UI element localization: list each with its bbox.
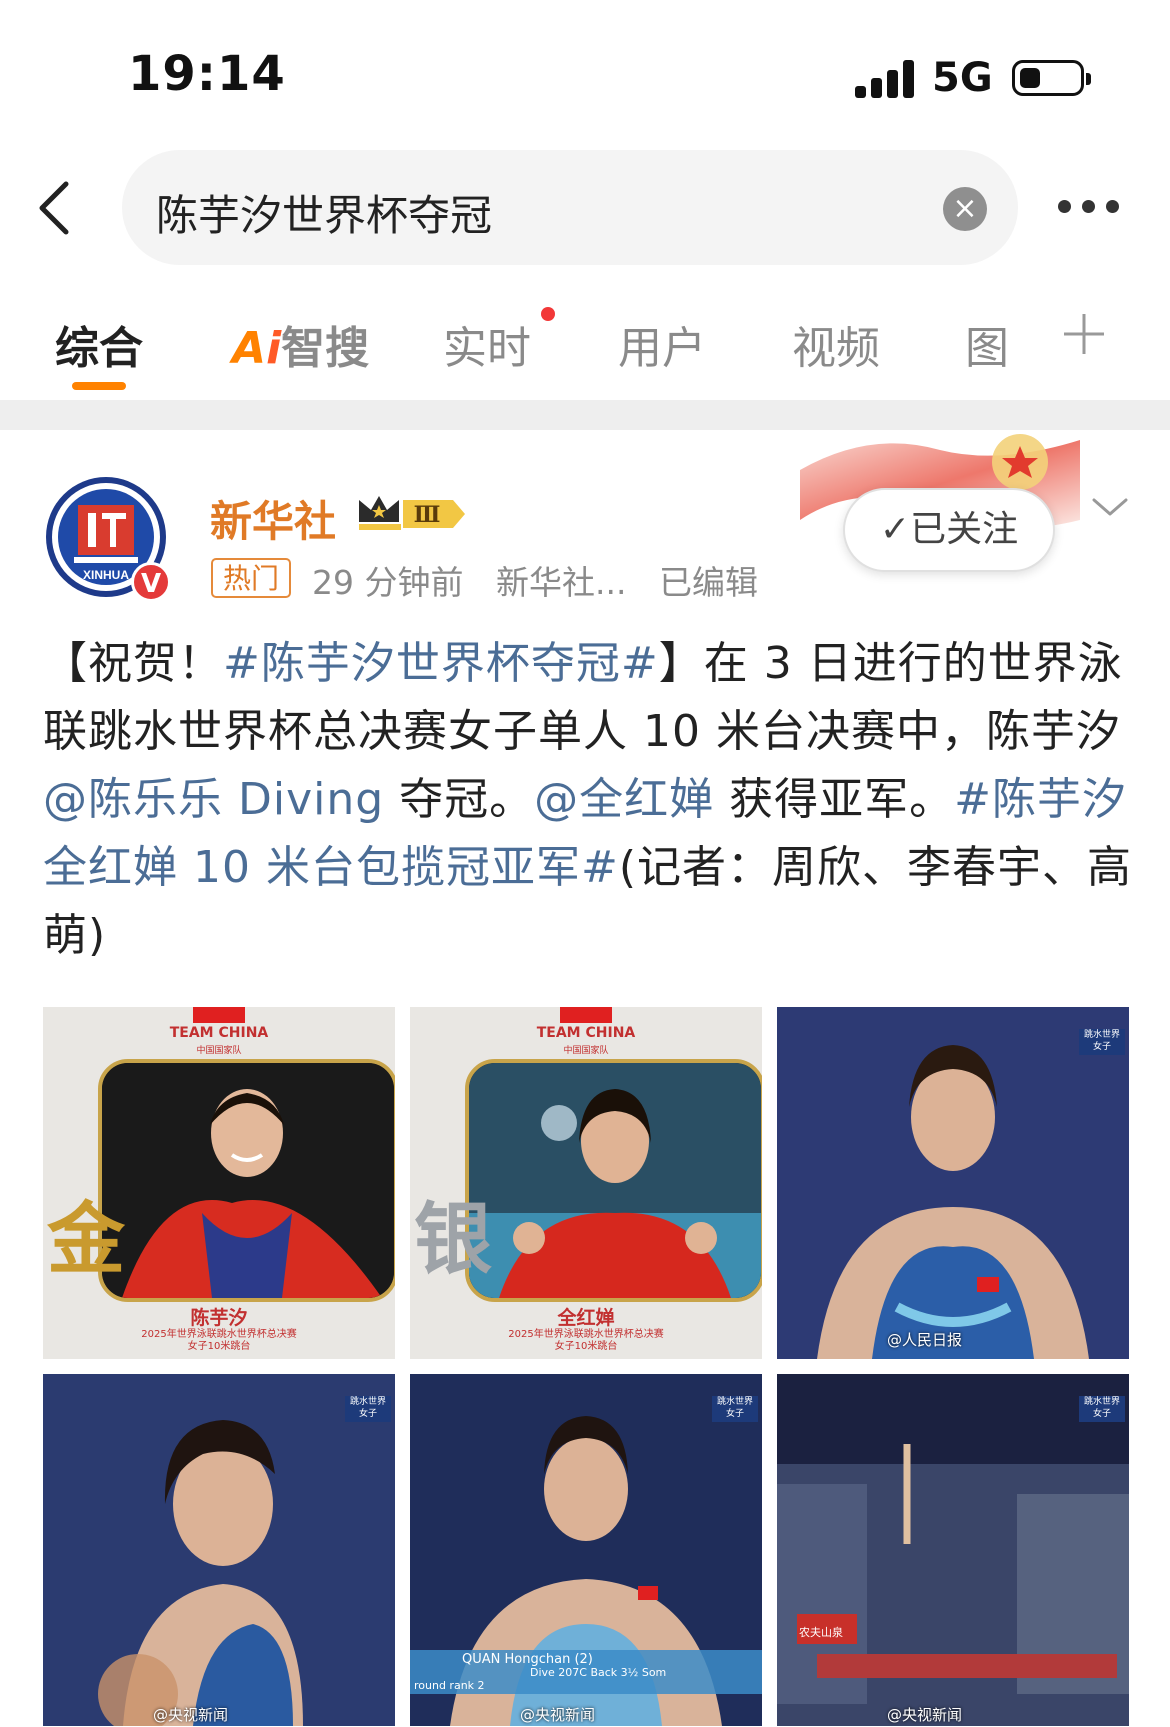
watermark: @央视新闻: [520, 1706, 596, 1724]
post-source: 新华社...: [495, 563, 627, 602]
image-photo-5[interactable]: QUAN Hongchan (2) Dive 207C Back 3½ Som …: [410, 1374, 762, 1726]
following-button[interactable]: ✓已关注: [843, 488, 1055, 572]
level-label: Ⅲ: [414, 502, 441, 528]
tab-users[interactable]: 用户: [618, 312, 706, 376]
clear-icon[interactable]: ×: [943, 187, 987, 231]
status-time: 19:14: [128, 46, 286, 102]
medal-label: 金: [47, 1195, 126, 1285]
score-dive: Dive 207C Back 3½ Som: [530, 1666, 667, 1679]
search-input[interactable]: 陈芋汐世界杯夺冠 ×: [122, 150, 1018, 265]
score-athlete: QUAN Hongchan (2): [462, 1652, 593, 1667]
post-text: 【祝贺！#陈芋汐世界杯夺冠#】在 3 日进行的世界泳联跳水世界杯总决赛女子单人 …: [43, 630, 1133, 970]
search-row: 陈芋汐世界杯夺冠 ×: [0, 150, 1170, 265]
post-edited: 已编辑: [658, 563, 758, 602]
sponsor-sign: 农夫山泉: [799, 1626, 843, 1639]
ai-logo-i: i: [266, 323, 282, 374]
hashtag-link[interactable]: #陈芋汐世界杯夺冠#: [223, 638, 659, 689]
ai-search-label: 智搜: [281, 323, 370, 374]
tv-logo: 跳水世界 女子: [345, 1396, 391, 1422]
notification-dot: [541, 307, 555, 321]
athlete-photo: [98, 1059, 395, 1302]
watermark: @央视新闻: [153, 1706, 229, 1724]
tab-videos[interactable]: 视频: [792, 312, 880, 376]
image-grid: TEAM CHINA 中国国家队 金 陈芋汐 2025年世界泳联跳水世界杯总决赛…: [43, 1007, 1129, 1727]
athlete-name: 全红婵: [557, 1307, 615, 1329]
team-label-cn: 中国国家队: [563, 1046, 609, 1056]
score-rank: round rank 2: [414, 1679, 485, 1692]
image-gold-card[interactable]: TEAM CHINA 中国国家队 金 陈芋汐 2025年世界泳联跳水世界杯总决赛…: [43, 1007, 395, 1359]
tv-logo: 跳水世界 女子: [712, 1396, 758, 1422]
medal-label: 银: [414, 1195, 493, 1285]
image-photo-4[interactable]: 跳水世界 女子 @央视新闻: [43, 1374, 395, 1726]
post-time: 29 分钟前: [312, 563, 464, 602]
tab-realtime[interactable]: 实时: [443, 312, 531, 376]
signal-icon: [855, 60, 915, 98]
team-label: TEAM CHINA: [536, 1025, 636, 1041]
tv-logo: 跳水世界 女子: [1079, 1029, 1125, 1055]
image-silver-card[interactable]: TEAM CHINA 中国国家队 银 全红婵 2025年世界泳联跳水世界杯总决赛…: [410, 1007, 762, 1359]
tab-images[interactable]: 图: [965, 312, 1009, 376]
watermark: @人民日报: [887, 1331, 963, 1349]
back-arrow-icon[interactable]: [30, 178, 86, 238]
text-segment: 夺冠。: [384, 774, 535, 825]
event-desc: 2025年世界泳联跳水世界杯总决赛 女子10米跳台: [141, 1329, 297, 1352]
more-icon[interactable]: [1058, 200, 1128, 214]
diver-photo: [777, 1007, 1129, 1359]
feed-post: XINHUA V 新华社 Ⅲ 热门 29 分钟前 新华社... 已编辑 ✓已关注…: [0, 430, 1170, 1727]
team-label-cn: 中国国家队: [196, 1046, 242, 1056]
author-name[interactable]: 新华社: [210, 488, 336, 549]
score-overlay: QUAN Hongchan (2) Dive 207C Back 3½ Som …: [410, 1650, 762, 1694]
ai-logo-a: A: [232, 323, 267, 374]
image-photo-3[interactable]: 跳水世界 女子 @人民日报: [777, 1007, 1129, 1359]
tab-bar: 综合 Ai智搜 实时 用户 视频 图: [0, 300, 1170, 395]
team-label: TEAM CHINA: [169, 1025, 269, 1041]
event-desc: 2025年世界泳联跳水世界杯总决赛 女子10米跳台: [508, 1329, 664, 1352]
text-segment: 【祝贺！: [43, 638, 223, 689]
diver-photo: [43, 1374, 395, 1726]
watermark: @央视新闻: [887, 1706, 963, 1724]
network-type: 5G: [932, 55, 993, 101]
text-segment: 获得亚军。: [714, 774, 955, 825]
hot-badge: 热门: [211, 558, 291, 598]
battery-icon: [1012, 60, 1091, 96]
tab-comprehensive[interactable]: 综合: [55, 312, 143, 376]
mention-link[interactable]: @全红婵: [534, 774, 714, 825]
add-tab-icon[interactable]: [1062, 312, 1106, 356]
tab-ai-search[interactable]: Ai智搜: [232, 312, 369, 376]
verified-badge: V: [131, 562, 171, 602]
search-query: 陈芋汐世界杯夺冠: [156, 191, 493, 240]
svg-text:XINHUA: XINHUA: [83, 568, 129, 582]
athlete-photo: [465, 1059, 762, 1302]
post-meta: 29 分钟前 新华社... 已编辑: [312, 556, 780, 604]
chevron-down-icon[interactable]: [1090, 492, 1130, 522]
image-photo-6[interactable]: 农夫山泉 跳水世界 女子 @央视新闻: [777, 1374, 1129, 1726]
status-bar: 19:14 5G: [0, 0, 1170, 150]
athlete-name: 陈芋汐: [190, 1307, 248, 1329]
venue-photo: [777, 1374, 1129, 1726]
crown-icon: Ⅲ: [359, 496, 465, 530]
mention-link[interactable]: @陈乐乐 Diving: [43, 774, 384, 825]
active-tab-underline: [72, 382, 126, 390]
section-divider: [0, 400, 1170, 430]
tv-logo: 跳水世界 女子: [1079, 1396, 1125, 1422]
